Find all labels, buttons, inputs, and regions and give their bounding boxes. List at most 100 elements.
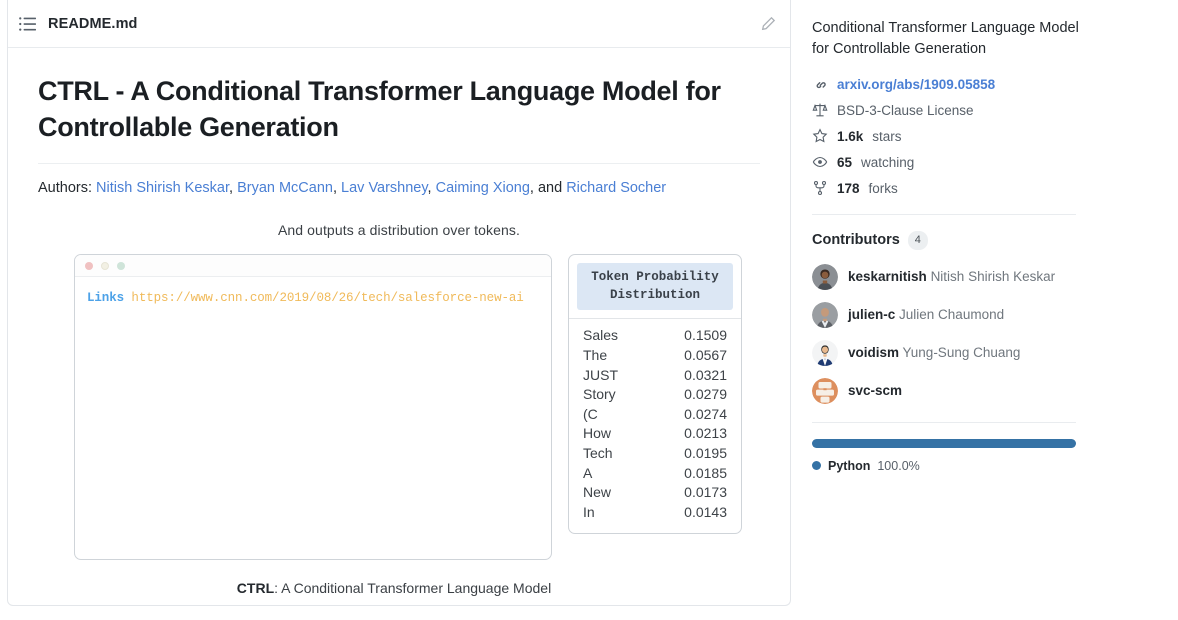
contributors-heading: Contributors 4 [812, 231, 1148, 250]
author-link-1[interactable]: Bryan McCann [237, 180, 333, 196]
page-title: CTRL - A Conditional Transformer Languag… [38, 76, 721, 142]
code-url: https://www.cnn.com/2019/08/26/tech/sale… [131, 291, 524, 305]
token-name: The [583, 346, 608, 363]
author-link-3[interactable]: Caiming Xiong [436, 180, 530, 196]
author-sep-1: , [332, 180, 342, 197]
table-row: The 0.0567 [583, 346, 727, 366]
token-prob: 0.0195 [684, 445, 727, 461]
page-root: README.md CTRL - A Conditional Transform… [0, 0, 1178, 620]
token-name: (C [583, 405, 598, 422]
token-table-header-line1: Token Probability [591, 270, 719, 284]
repo-homepage-link[interactable]: arxiv.org/abs/1909.05858 [837, 77, 995, 92]
repo-forks-row[interactable]: 178 forks [812, 180, 1148, 196]
token-probability-card: Token Probability Distribution Sales 0.15… [568, 254, 742, 534]
table-row: Tech 0.0195 [583, 444, 727, 464]
avatar-svc-scm[interactable] [812, 377, 838, 404]
author-link-0[interactable]: Nitish Shirish Keskar [96, 180, 229, 196]
list-item[interactable]: julien-c Julien Chaumond [812, 301, 1148, 328]
contributor-name: Nitish Shirish Keskar [930, 269, 1056, 285]
token-name: How [583, 425, 612, 442]
contributor-text: voidism Yung-Sung Chuang [848, 345, 1020, 360]
figure: And outputs a distribution over tokens. … [38, 222, 760, 596]
token-prob: 0.0321 [684, 366, 727, 383]
list-item[interactable]: voidism Yung-Sung Chuang [812, 339, 1148, 366]
readme-filename: README.md [48, 15, 138, 32]
contributors-count-badge: 4 [907, 231, 928, 250]
mock-titlebar [75, 255, 551, 277]
author-link-0-wrap: Nitish Shirish Keskar, [96, 180, 237, 196]
stars-label: stars [872, 128, 902, 144]
languages-bar [812, 438, 1076, 448]
eye-icon [812, 154, 828, 170]
language-color-dot-icon [812, 461, 821, 471]
token-prob: 0.0274 [684, 405, 727, 422]
contributor-text: svc-scm [848, 383, 902, 398]
author-link-2[interactable]: Lav Varshney [341, 180, 428, 196]
contributor-name: Julien Chaumond [899, 307, 1005, 323]
author-sep-3: , and [529, 180, 567, 197]
contributor-name: Yung-Sung Chuang [902, 345, 1021, 361]
author-link-3-wrap: Caiming Xiong, and [436, 180, 567, 196]
repo-description: Conditional Transformer Language Model f… [812, 20, 1079, 58]
forks-label: forks [868, 180, 898, 196]
token-name: A [583, 464, 593, 481]
readme-header: README.md [8, 0, 790, 48]
figure-caption: CTRL: A Conditional Transformer Language… [38, 580, 760, 596]
fork-icon [812, 180, 828, 196]
browser-mock-window: Links https://www.cnn.com/2019/08/26/tec… [74, 254, 552, 560]
contributor-text: julien-c Julien Chaumond [848, 307, 1004, 322]
table-row: Sales 0.1509 [583, 326, 727, 346]
token-prob: 0.0279 [684, 386, 727, 403]
sidebar-divider-2 [812, 421, 1076, 423]
figure-caption-bold: CTRL [236, 580, 275, 596]
pencil-icon[interactable] [760, 16, 776, 32]
repo-stars-row[interactable]: 1.6k stars [812, 128, 1148, 144]
token-prob: 0.0185 [684, 464, 727, 481]
contributor-login: svc-scm [848, 383, 903, 399]
language-percent: 100.0% [877, 458, 920, 473]
token-prob: 0.0567 [684, 346, 727, 363]
table-row: JUST 0.0321 [583, 366, 727, 386]
token-table-header: Token Probability Distribution [577, 263, 733, 311]
repo-homepage-row: arxiv.org/abs/1909.05858 [812, 76, 1148, 92]
token-table-header-line2: Distribution [609, 288, 700, 303]
repo-license-row[interactable]: BSD-3-Clause License [812, 102, 1148, 118]
token-name: Story [583, 386, 616, 403]
star-icon [812, 128, 828, 144]
token-name: New [583, 484, 612, 501]
author-link-4-wrap: Richard Socher [566, 180, 666, 196]
figure-top-text: And outputs a distribution over tokens. [277, 222, 521, 238]
stars-count: 1.6k [837, 128, 864, 144]
token-prob: 0.0213 [684, 425, 727, 442]
list-item[interactable]: svc-scm [812, 377, 1148, 404]
token-name: In [583, 503, 595, 520]
author-sep-2: , [427, 180, 436, 197]
link-icon [812, 76, 828, 92]
repo-sidebar: Conditional Transformer Language Model f… [812, 0, 1164, 620]
author-link-4[interactable]: Richard Socher [566, 180, 666, 196]
sidebar-divider-1 [812, 214, 1076, 216]
token-prob: 0.0173 [684, 484, 727, 501]
watching-count: 65 [837, 154, 853, 170]
list-item[interactable]: keskarnitish Nitish Shirish Keskar [812, 263, 1148, 290]
contributor-login: julien-c [848, 307, 896, 323]
avatar-voidism[interactable] [812, 339, 838, 366]
window-maximize-dot-icon [117, 261, 125, 270]
contributors-label: Contributors [812, 232, 900, 249]
language-segment-python[interactable] [812, 438, 1076, 448]
window-minimize-dot-icon [101, 261, 109, 270]
author-sep-0: , [229, 180, 238, 197]
repo-watchers-row[interactable]: 65 watching [812, 154, 1148, 170]
language-legend-item[interactable]: Python 100.0% [812, 459, 1148, 473]
token-prob: 0.1509 [684, 327, 727, 344]
token-name: Sales [583, 327, 619, 344]
avatar-keskarnitish[interactable] [812, 263, 838, 290]
avatar-julien-c[interactable] [812, 301, 838, 328]
author-link-1-wrap: Bryan McCann, [237, 180, 341, 196]
token-name: Tech [583, 445, 613, 461]
table-row: A 0.0185 [583, 464, 727, 484]
contributor-login: keskarnitish [848, 269, 927, 285]
list-icon[interactable] [18, 15, 36, 33]
figure-caption-rest: : A Conditional Transformer Language Mod… [274, 580, 552, 596]
watching-label: watching [861, 154, 915, 170]
